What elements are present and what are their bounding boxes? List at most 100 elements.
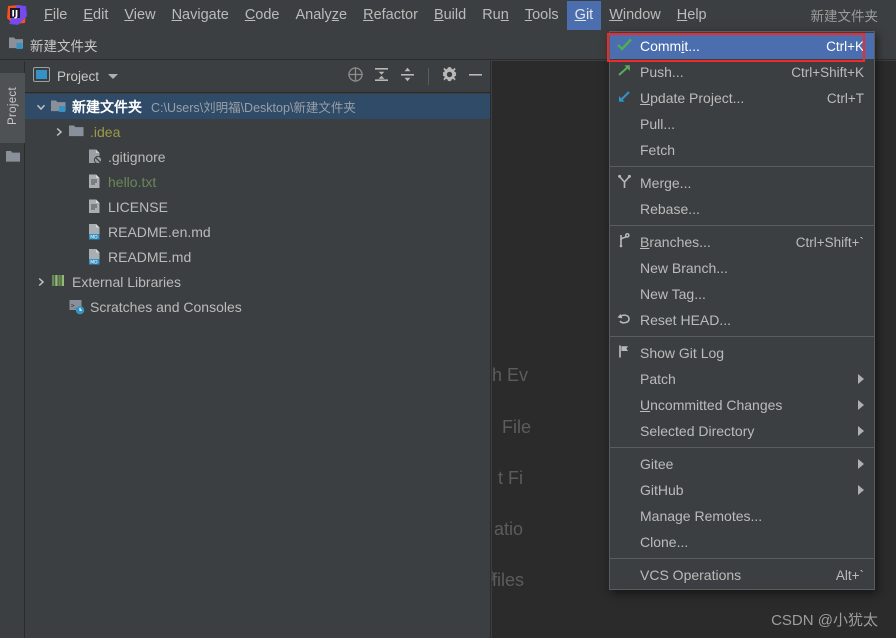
menu-item-reset-head[interactable]: Reset HEAD... bbox=[610, 307, 874, 333]
menu-item-shortcut: Ctrl+K bbox=[826, 39, 864, 54]
menu-item-vcs-operations[interactable]: VCS Operations Alt+` bbox=[610, 562, 874, 588]
hide-panel-icon[interactable] bbox=[467, 66, 484, 88]
markdown-file-icon: MD bbox=[86, 248, 103, 265]
menu-bar-item-navigate[interactable]: Navigate bbox=[164, 1, 237, 30]
tree-row-label: .gitignore bbox=[108, 149, 166, 165]
menu-item-shortcut: Ctrl+Shift+K bbox=[791, 65, 864, 80]
menu-bar-item-tools[interactable]: Tools bbox=[517, 1, 567, 30]
menu-item-rebase[interactable]: Rebase... bbox=[610, 196, 874, 222]
branch-icon bbox=[616, 233, 638, 251]
sidebar-tab-project[interactable]: Project bbox=[0, 73, 25, 143]
menu-item-no-icon bbox=[616, 200, 638, 218]
project-tree: 新建文件夹 C:\Users\刘明福\Desktop\新建文件夹 .idea .git… bbox=[25, 93, 490, 319]
menu-item-gitee[interactable]: Gitee bbox=[610, 451, 874, 477]
menu-item-patch[interactable]: Patch bbox=[610, 366, 874, 392]
push-arrow-icon bbox=[616, 63, 638, 81]
menu-item-label: Clone... bbox=[640, 534, 864, 550]
menu-item-github[interactable]: GitHub bbox=[610, 477, 874, 503]
menu-bar-item-help[interactable]: Help bbox=[669, 1, 715, 30]
menu-item-new-branch[interactable]: New Branch... bbox=[610, 255, 874, 281]
project-tool-window: Project 新建文件夹 C:\Users\刘明福\Desktop\新建文件夹… bbox=[25, 61, 491, 638]
menu-item-no-icon bbox=[616, 396, 638, 414]
editor-hint-text: h Ev bbox=[492, 365, 528, 386]
menu-item-no-icon bbox=[616, 455, 638, 473]
menu-bar-item-file[interactable]: File bbox=[36, 1, 75, 30]
chevron-right-icon[interactable] bbox=[52, 125, 66, 139]
tree-row[interactable]: 新建文件夹 C:\Users\刘明福\Desktop\新建文件夹 bbox=[25, 94, 490, 119]
menu-separator bbox=[610, 336, 874, 337]
menu-bar-item-build[interactable]: Build bbox=[426, 1, 474, 30]
menu-item-clone[interactable]: Clone... bbox=[610, 529, 874, 555]
menu-bar-item-view[interactable]: View bbox=[116, 1, 163, 30]
tree-row[interactable]: LICENSE bbox=[25, 194, 490, 219]
menu-item-label: Manage Remotes... bbox=[640, 508, 864, 524]
menu-bar: IJ File Edit View Navigate Code Analyze Refact… bbox=[0, 0, 896, 30]
tree-row-label: hello.txt bbox=[108, 174, 156, 190]
menu-item-update-project[interactable]: Update Project... Ctrl+T bbox=[610, 85, 874, 111]
menu-item-push[interactable]: Push... Ctrl+Shift+K bbox=[610, 59, 874, 85]
menu-item-shortcut: Ctrl+T bbox=[827, 91, 864, 106]
menu-item-show-git-log[interactable]: Show Git Log bbox=[610, 340, 874, 366]
editor-hint-text: File bbox=[502, 417, 531, 438]
menu-item-branches[interactable]: Branches... Ctrl+Shift+` bbox=[610, 229, 874, 255]
text-file-icon bbox=[86, 198, 103, 215]
menu-bar-item-analyze[interactable]: Analyze bbox=[288, 1, 356, 30]
menu-item-no-icon bbox=[616, 370, 638, 388]
scratches-icon: >_ bbox=[68, 298, 85, 315]
menu-separator bbox=[610, 447, 874, 448]
menu-bar-item-git[interactable]: Git bbox=[567, 1, 602, 30]
project-view-icon bbox=[33, 67, 50, 87]
tree-row[interactable]: MD README.md bbox=[25, 244, 490, 269]
menu-item-label: New Tag... bbox=[640, 286, 864, 302]
menu-item-pull[interactable]: Pull... bbox=[610, 111, 874, 137]
update-project-arrow-icon bbox=[616, 89, 638, 107]
tree-row[interactable]: .gitignore bbox=[25, 144, 490, 169]
chevron-right-icon[interactable] bbox=[34, 275, 48, 289]
menu-bar-item-run[interactable]: Run bbox=[474, 1, 517, 30]
menu-item-no-icon bbox=[616, 566, 638, 584]
menu-item-shortcut: Alt+` bbox=[836, 568, 864, 583]
external-libraries-icon bbox=[50, 273, 67, 290]
menu-item-fetch[interactable]: Fetch bbox=[610, 137, 874, 163]
collapse-all-icon[interactable] bbox=[399, 66, 416, 88]
menu-item-label: Rebase... bbox=[640, 201, 864, 217]
tree-row[interactable]: hello.txt bbox=[25, 169, 490, 194]
menu-item-label: Pull... bbox=[640, 116, 864, 132]
menu-bar-item-edit[interactable]: Edit bbox=[75, 1, 116, 30]
editor-hint-text: files bbox=[492, 570, 524, 591]
project-panel-toolbar bbox=[347, 66, 484, 88]
select-opened-file-icon[interactable] bbox=[347, 66, 364, 88]
git-menu-popup: Commit... Ctrl+K Push... Ctrl+Shift+K Update… bbox=[609, 31, 875, 590]
menu-item-label: VCS Operations bbox=[640, 567, 822, 583]
submenu-arrow-icon bbox=[858, 374, 864, 384]
expand-all-icon[interactable] bbox=[373, 66, 390, 88]
text-file-icon bbox=[86, 173, 103, 190]
chevron-down-icon[interactable] bbox=[34, 100, 48, 114]
reset-head-icon bbox=[616, 311, 638, 329]
submenu-arrow-icon bbox=[858, 400, 864, 410]
tree-row[interactable]: MD README.en.md bbox=[25, 219, 490, 244]
folder-icon[interactable] bbox=[5, 149, 21, 168]
menu-item-uncommitted-changes[interactable]: Uncommitted Changes bbox=[610, 392, 874, 418]
ide-window: IJ File Edit View Navigate Code Analyze Refact… bbox=[0, 0, 896, 638]
editor-hint-text: Drop bbox=[492, 565, 495, 586]
tree-row[interactable]: >_ Scratches and Consoles bbox=[25, 294, 490, 319]
settings-gear-icon[interactable] bbox=[441, 66, 458, 88]
tree-row[interactable]: External Libraries bbox=[25, 269, 490, 294]
menu-bar-item-window[interactable]: Window bbox=[601, 1, 669, 30]
module-folder-icon bbox=[8, 35, 24, 55]
menu-bar-item-refactor[interactable]: Refactor bbox=[355, 1, 426, 30]
menu-bar-item-code[interactable]: Code bbox=[237, 1, 288, 30]
chevron-down-icon[interactable] bbox=[108, 74, 118, 79]
menu-item-manage-remotes[interactable]: Manage Remotes... bbox=[610, 503, 874, 529]
tree-row-label: Scratches and Consoles bbox=[90, 299, 242, 315]
tree-row[interactable]: .idea bbox=[25, 119, 490, 144]
editor-hint-text: t Fi bbox=[498, 468, 523, 489]
menu-item-new-tag[interactable]: New Tag... bbox=[610, 281, 874, 307]
menu-item-commit[interactable]: Commit... Ctrl+K bbox=[610, 33, 874, 59]
menu-item-selected-directory[interactable]: Selected Directory bbox=[610, 418, 874, 444]
markdown-file-icon: MD bbox=[86, 223, 103, 240]
menu-item-label: Update Project... bbox=[640, 90, 813, 106]
menu-item-label: Patch bbox=[640, 371, 846, 387]
menu-item-merge[interactable]: Merge... bbox=[610, 170, 874, 196]
